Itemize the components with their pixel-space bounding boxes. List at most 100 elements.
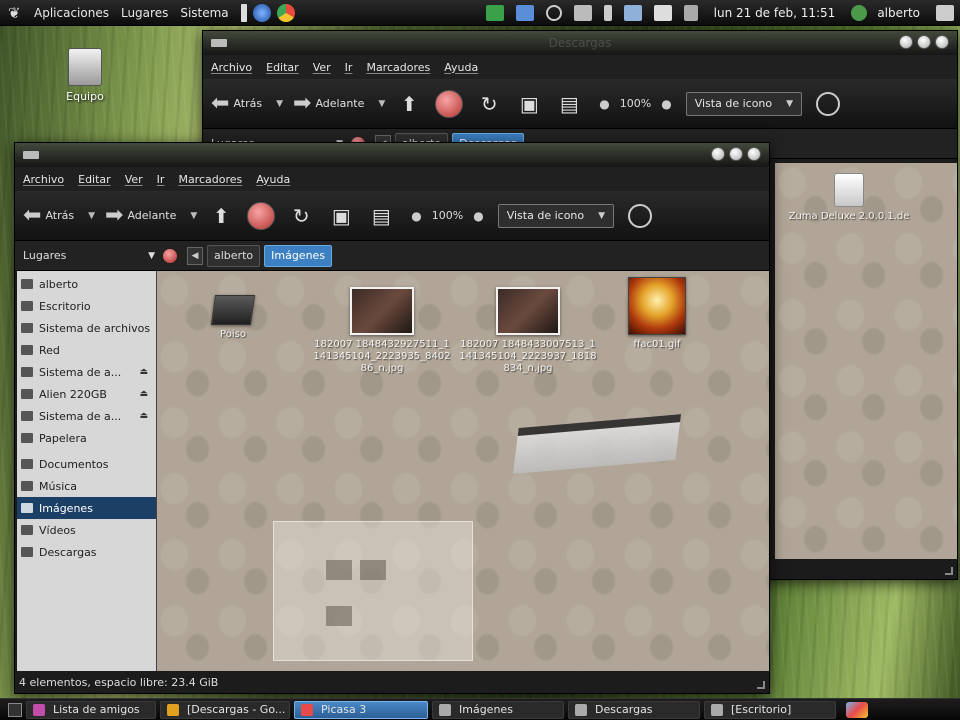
- places-selector[interactable]: Lugares ▼: [15, 249, 163, 262]
- computer-icon[interactable]: ▤: [367, 202, 395, 230]
- sidebar-item-red[interactable]: Red: [17, 339, 156, 361]
- battery-icon[interactable]: [573, 5, 592, 21]
- search-icon[interactable]: [816, 91, 841, 116]
- file-item-photo-1[interactable]: 182007 1848432927511_1141345104_2223935_…: [307, 287, 457, 375]
- clock[interactable]: lun 21 de feb, 11:51: [714, 6, 836, 20]
- menu-marcadores[interactable]: Marcadores: [178, 173, 242, 186]
- task-picasa[interactable]: Picasa 3: [294, 700, 428, 719]
- icon-view-area[interactable]: Poiso 182007 1848432927511_1141345104_22…: [157, 271, 769, 671]
- browser-launcher-icon[interactable]: [252, 3, 271, 22]
- bluetooth-icon[interactable]: [603, 5, 612, 21]
- task-descargas[interactable]: Descargas: [568, 700, 700, 719]
- resize-grip[interactable]: [757, 681, 765, 689]
- stop-icon[interactable]: [435, 89, 464, 118]
- forward-button[interactable]: ➡ Adelante: [293, 91, 364, 116]
- task-imagenes[interactable]: Imágenes: [432, 700, 564, 719]
- up-arrow-icon[interactable]: ⬆: [207, 202, 235, 230]
- maximize-button[interactable]: [917, 35, 931, 49]
- file-item-folder[interactable]: Poiso: [163, 285, 303, 341]
- view-mode-select[interactable]: Vista de icono ▼: [497, 203, 615, 228]
- settings-icon[interactable]: [545, 5, 562, 21]
- chrome-launcher-icon[interactable]: [276, 3, 295, 22]
- sidebar-item-imagenes[interactable]: Imágenes: [17, 497, 156, 519]
- sidebar-item-filesystem[interactable]: Sistema de archivos: [17, 317, 156, 339]
- close-button[interactable]: [935, 35, 949, 49]
- desktop-icon-computer[interactable]: Equipo: [58, 48, 112, 103]
- sidebar-item-documentos[interactable]: Documentos: [17, 453, 156, 475]
- sidebar-item-videos[interactable]: Vídeos: [17, 519, 156, 541]
- forward-button[interactable]: ➡ Adelante: [105, 203, 176, 228]
- home-icon[interactable]: ▣: [327, 202, 355, 230]
- home-icon[interactable]: ▣: [515, 90, 543, 118]
- minimize-button[interactable]: [711, 147, 725, 161]
- back-content-area[interactable]: Zuma Deluxe 2.0.0.1.de: [775, 163, 957, 559]
- eject-icon[interactable]: ⏏: [139, 367, 148, 377]
- sidebar-item-papelera[interactable]: Papelera: [17, 427, 156, 449]
- view-mode-select[interactable]: Vista de icono ▼: [685, 91, 803, 116]
- show-desktop-icon[interactable]: [8, 702, 22, 717]
- back-history-dropdown[interactable]: ▼: [88, 211, 95, 221]
- crumb-alberto[interactable]: alberto: [207, 244, 261, 267]
- resize-grip[interactable]: [945, 567, 953, 575]
- window-menu-icon[interactable]: [23, 151, 39, 159]
- close-sidebar-icon[interactable]: [163, 248, 177, 263]
- zoom-out-icon[interactable]: ●: [599, 97, 609, 111]
- computer-icon[interactable]: ▤: [555, 90, 583, 118]
- menu-ayuda[interactable]: Ayuda: [256, 173, 290, 186]
- minimize-button[interactable]: [899, 35, 913, 49]
- places-menu[interactable]: Lugares: [121, 6, 168, 20]
- zoom-out-icon[interactable]: ●: [411, 209, 421, 223]
- task-lista-de-amigos[interactable]: Lista de amigos: [26, 700, 156, 719]
- task-escritorio[interactable]: [Escritorio]: [704, 700, 836, 719]
- menu-editar[interactable]: Editar: [266, 61, 299, 74]
- reload-icon[interactable]: ↻: [287, 202, 315, 230]
- forward-history-dropdown[interactable]: ▼: [190, 211, 197, 221]
- forward-history-dropdown[interactable]: ▼: [378, 99, 385, 109]
- up-arrow-icon[interactable]: ⬆: [395, 90, 423, 118]
- file-item-photo-2[interactable]: 182007 1848433007513_1141345104_2223937_…: [453, 287, 603, 375]
- sidebar-item-descargas[interactable]: Descargas: [17, 541, 156, 563]
- back-button[interactable]: ⬅ Atrás: [211, 91, 262, 116]
- back-button[interactable]: ⬅ Atrás: [23, 203, 74, 228]
- sidebar-item-volume-2[interactable]: Sistema de a... ⏏: [17, 405, 156, 427]
- cpu-monitor-icon[interactable]: [485, 5, 504, 21]
- zoom-in-icon[interactable]: ●: [661, 97, 671, 111]
- workspace-switcher-icon[interactable]: [846, 701, 868, 718]
- zoom-level[interactable]: 100%: [620, 97, 651, 110]
- menu-archivo[interactable]: Archivo: [23, 173, 64, 186]
- menu-editar[interactable]: Editar: [78, 173, 111, 186]
- system-menu[interactable]: Sistema: [180, 6, 228, 20]
- update-icon[interactable]: [515, 5, 534, 21]
- mail-icon[interactable]: [653, 5, 672, 21]
- back-window-titlebar[interactable]: Descargas: [203, 31, 957, 55]
- menu-marcadores[interactable]: Marcadores: [366, 61, 430, 74]
- close-button[interactable]: [747, 147, 761, 161]
- network-icon[interactable]: [623, 5, 642, 21]
- sidebar-item-alberto[interactable]: alberto: [17, 273, 156, 295]
- eject-icon[interactable]: ⏏: [139, 411, 148, 421]
- sidebar-item-alien[interactable]: Alien 220GB ⏏: [17, 383, 156, 405]
- menu-ayuda[interactable]: Ayuda: [444, 61, 478, 74]
- path-left-arrow[interactable]: ◀: [187, 246, 203, 265]
- volume-icon[interactable]: [683, 5, 698, 21]
- menu-ver[interactable]: Ver: [125, 173, 143, 186]
- menu-archivo[interactable]: Archivo: [211, 61, 252, 74]
- user-menu[interactable]: alberto: [877, 6, 920, 20]
- front-window-titlebar[interactable]: [15, 143, 769, 167]
- sidebar-item-musica[interactable]: Música: [17, 475, 156, 497]
- sidebar-item-volume-1[interactable]: Sistema de a... ⏏: [17, 361, 156, 383]
- maximize-button[interactable]: [729, 147, 743, 161]
- info-launcher-icon[interactable]: [240, 3, 247, 22]
- reload-icon[interactable]: ↻: [475, 90, 503, 118]
- crumb-imagenes[interactable]: Imágenes: [264, 244, 333, 267]
- file-item[interactable]: Zuma Deluxe 2.0.0.1.de: [769, 173, 929, 223]
- file-item-gif[interactable]: ffac01.gif: [597, 277, 717, 351]
- eject-icon[interactable]: ⏏: [139, 389, 148, 399]
- menu-ir[interactable]: Ir: [157, 173, 165, 186]
- back-history-dropdown[interactable]: ▼: [276, 99, 283, 109]
- sidebar-item-escritorio[interactable]: Escritorio: [17, 295, 156, 317]
- zoom-in-icon[interactable]: ●: [473, 209, 483, 223]
- applications-menu[interactable]: Aplicaciones: [34, 6, 109, 20]
- gnome-foot-icon[interactable]: ❦: [8, 4, 24, 22]
- stop-icon[interactable]: [247, 201, 276, 230]
